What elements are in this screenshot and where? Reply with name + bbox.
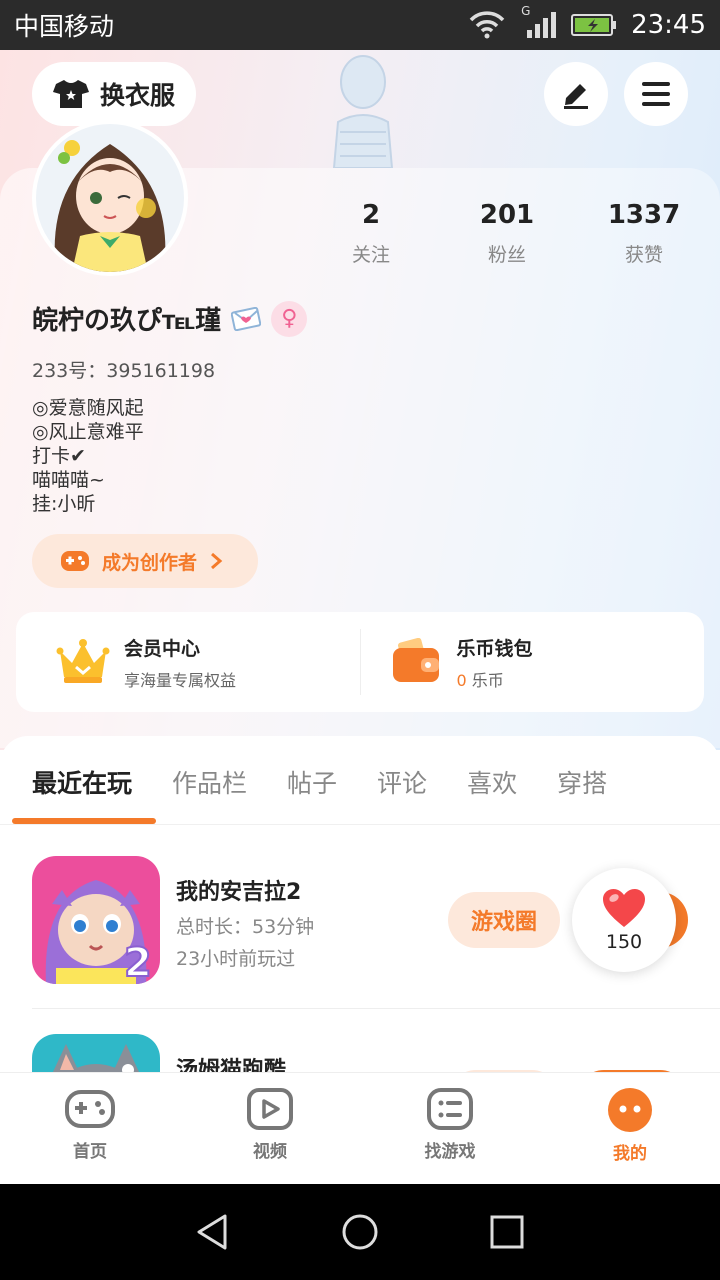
following-count: 2	[361, 200, 381, 230]
bio-line: 打卡✔	[32, 445, 86, 467]
heart-icon	[603, 889, 645, 927]
dress-up-avatar-figure	[332, 55, 394, 168]
divider	[0, 824, 720, 825]
vip-center-title: 会员中心	[124, 637, 201, 660]
nav-home[interactable]: 首页	[0, 1073, 180, 1184]
following-stat[interactable]: 2 关注	[306, 200, 436, 267]
menu-icon	[642, 82, 670, 106]
svg-text:2: 2	[124, 940, 152, 984]
tab-comments[interactable]: 评论	[377, 764, 427, 800]
like-count: 150	[605, 931, 643, 953]
carrier-name: 中国移动	[14, 12, 115, 41]
likes-count: 1337	[607, 200, 681, 230]
bio-line: 挂:小昕	[32, 493, 96, 515]
clock: 23:45	[631, 10, 706, 40]
signal-icon: G	[521, 4, 557, 40]
edit-profile-button[interactable]	[544, 62, 608, 126]
game-playtime: 总时长：53分钟	[176, 916, 315, 938]
avatar[interactable]	[32, 120, 188, 276]
profile-tabs: 最近在玩 作品栏 帖子 评论 喜欢 穿搭	[32, 764, 647, 800]
bio: ◎爱意随风起 ◎风止意难平 打卡✔ 喵喵喵~ 挂:小昕	[32, 396, 144, 516]
likes-stat[interactable]: 1337 获赞	[579, 200, 709, 267]
tab-works[interactable]: 作品栏	[172, 764, 247, 800]
gamepad-icon	[65, 1090, 115, 1128]
wallet-icon	[392, 638, 439, 682]
chevron-right-icon	[211, 552, 223, 570]
bio-line: ◎爱意随风起	[32, 397, 144, 419]
crown-icon	[56, 639, 110, 683]
wallet-title: 乐币钱包	[456, 637, 533, 660]
tab-likes[interactable]: 喜欢	[467, 764, 517, 800]
game-circle-button[interactable]: 游戏圈	[448, 892, 560, 948]
game-last-played: 23小时前玩过	[176, 948, 296, 970]
vip-center-subtitle: 享海量专属权益	[124, 670, 237, 690]
gamepad-icon	[61, 551, 89, 571]
username: 皖柠の玖ぴ℡瑾	[32, 306, 222, 336]
tab-recently-played[interactable]: 最近在玩	[32, 764, 132, 800]
followers-count: 201	[479, 200, 535, 230]
nav-me[interactable]: 我的	[540, 1073, 720, 1184]
bio-line: 喵喵喵~	[32, 469, 105, 491]
shirt-icon	[53, 80, 89, 108]
likes-label: 获赞	[624, 244, 663, 266]
video-icon	[247, 1088, 293, 1130]
bottom-nav: 首页 视频 找游戏 我的	[0, 1072, 720, 1184]
female-gender-badge: ♀	[271, 300, 308, 337]
bio-line: ◎风止意难平	[32, 421, 144, 443]
user-id: 233号：395161198	[32, 360, 216, 382]
divider	[32, 1008, 720, 1009]
nav-find-games[interactable]: 找游戏	[360, 1073, 540, 1184]
profile-face-icon	[608, 1088, 652, 1132]
nav-video[interactable]: 视频	[180, 1073, 360, 1184]
floating-like-button[interactable]: 150	[572, 868, 676, 972]
become-creator-button[interactable]: 成为创作者	[32, 534, 258, 588]
pen-icon	[564, 84, 588, 109]
wallet-entry[interactable]: 乐币钱包 0 乐币	[361, 612, 705, 712]
home-icon[interactable]	[340, 1212, 380, 1252]
nav-me-label: 我的	[613, 1144, 647, 1164]
menu-button[interactable]	[624, 62, 688, 126]
status-bar: 中国移动 G 23:45	[0, 0, 720, 50]
followers-stat[interactable]: 201 粉丝	[442, 200, 572, 267]
tab-posts[interactable]: 帖子	[287, 764, 337, 800]
wifi-icon	[469, 11, 505, 39]
game-icon-angela: 2	[32, 856, 160, 984]
change-outfit-button[interactable]: 换衣服	[32, 62, 196, 126]
nav-find-games-label: 找游戏	[424, 1142, 476, 1162]
member-wallet-card: 会员中心 享海量专属权益 乐币钱包 0 乐币	[16, 612, 704, 712]
wallet-unit: 乐币	[471, 670, 504, 690]
network-type: G	[521, 4, 531, 18]
following-label: 关注	[351, 244, 390, 266]
nav-video-label: 视频	[253, 1142, 287, 1162]
tab-outfits[interactable]: 穿搭	[557, 764, 607, 800]
battery-icon	[571, 14, 617, 36]
wallet-amount: 0	[456, 670, 467, 690]
list-icon	[427, 1088, 473, 1130]
followers-label: 粉丝	[487, 244, 526, 266]
change-outfit-label: 换衣服	[100, 81, 176, 110]
avatar-illustration	[36, 124, 184, 272]
username-row: 皖柠の玖ぴ℡瑾 ♀	[32, 300, 308, 337]
nav-home-label: 首页	[73, 1142, 107, 1162]
game-name: 我的安吉拉2	[176, 880, 302, 905]
become-creator-label: 成为创作者	[102, 551, 198, 574]
vip-center-entry[interactable]: 会员中心 享海量专属权益	[16, 612, 360, 712]
system-navigation-bar	[0, 1184, 720, 1280]
recent-apps-icon[interactable]	[487, 1212, 527, 1252]
envelope-icon	[231, 306, 262, 331]
back-icon[interactable]	[193, 1212, 233, 1252]
